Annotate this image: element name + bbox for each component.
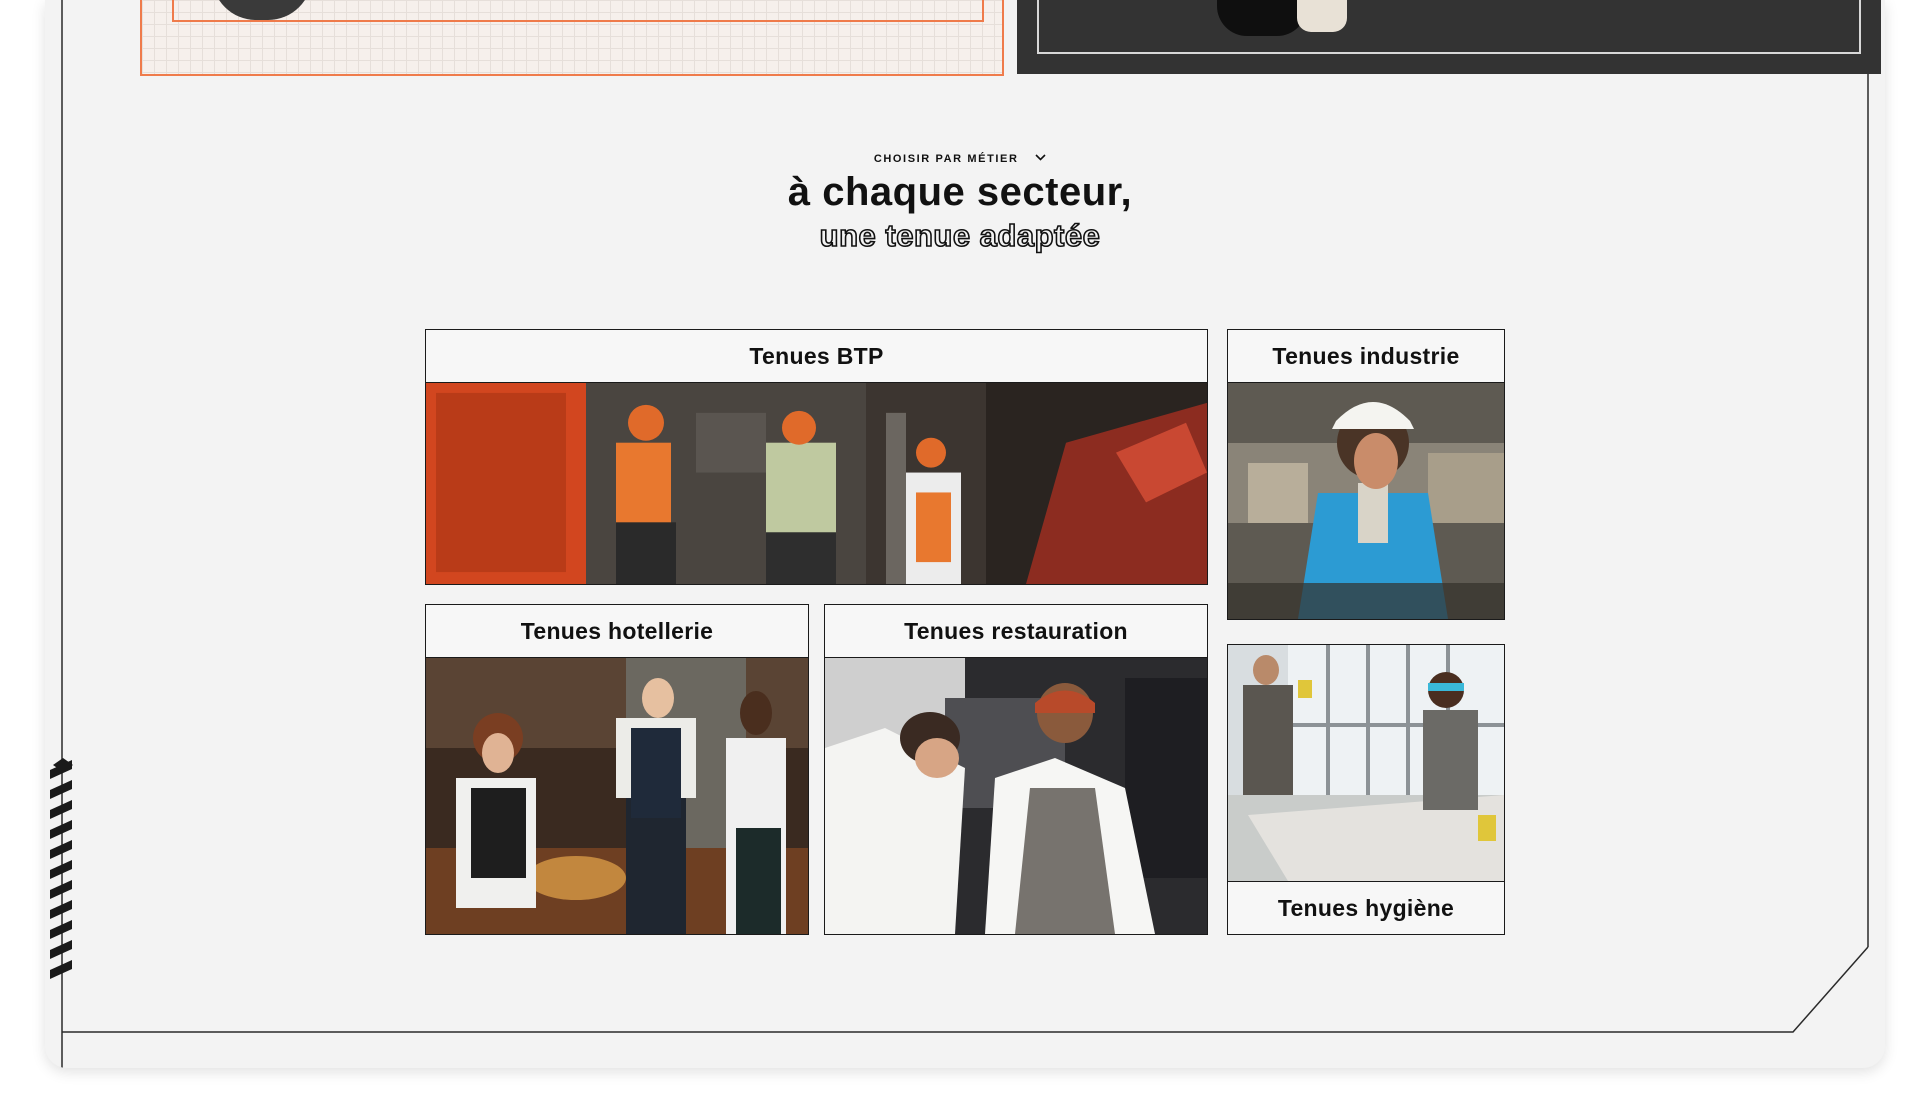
- hatch-decoration: [50, 760, 72, 979]
- industry-worker-photo: [1228, 383, 1504, 619]
- category-tile-btp[interactable]: Tenues BTP: [425, 329, 1208, 585]
- section-title: à chaque secteur,: [787, 170, 1133, 214]
- section-subtitle: une tenue adaptée: [819, 217, 1101, 254]
- boot-image-fragment: [1217, 0, 1307, 36]
- previous-section-image-left: [140, 0, 1004, 76]
- category-tile-hotellerie[interactable]: Tenues hotellerie: [425, 604, 809, 935]
- hotel-staff-photo: [426, 658, 808, 934]
- construction-workers-photo: [426, 383, 1207, 584]
- tile-label: Tenues hygiène: [1228, 881, 1504, 934]
- chevron-down-icon: [1035, 152, 1046, 164]
- cleaning-staff-photo: [1228, 645, 1504, 881]
- chefs-kitchen-photo: [825, 658, 1207, 934]
- image-inner-frame: [172, 0, 984, 22]
- category-tile-industrie[interactable]: Tenues industrie: [1227, 329, 1505, 620]
- image-inner-frame: [1037, 0, 1861, 54]
- tile-label: Tenues BTP: [426, 330, 1207, 383]
- category-tile-restauration[interactable]: Tenues restauration: [824, 604, 1208, 935]
- boot-image-fragment-2: [1297, 0, 1347, 32]
- dropdown-label: CHOISIR PAR MÉTIER: [873, 153, 1019, 165]
- previous-section-image-right: [1017, 0, 1881, 74]
- tile-label: Tenues restauration: [825, 605, 1207, 658]
- tile-label: Tenues hotellerie: [426, 605, 808, 658]
- category-tile-hygiene[interactable]: Tenues hygiène: [1227, 644, 1505, 935]
- tile-label: Tenues industrie: [1228, 330, 1504, 383]
- choose-by-trade-dropdown[interactable]: CHOISIR PAR MÉTIER: [0, 153, 1920, 165]
